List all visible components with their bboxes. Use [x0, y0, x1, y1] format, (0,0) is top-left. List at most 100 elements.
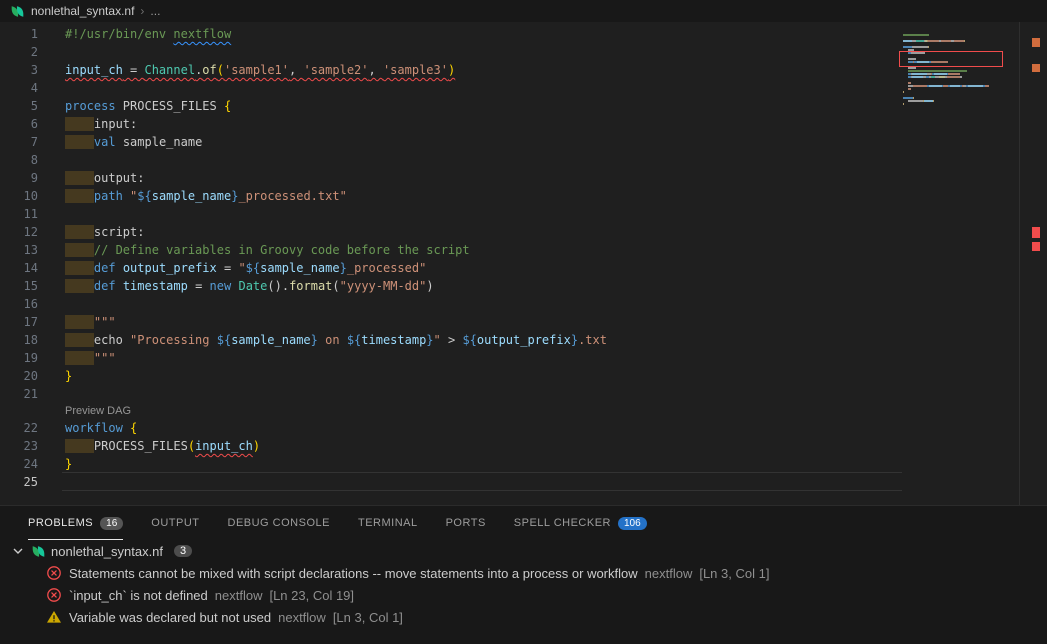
minimap-line [903, 91, 1003, 93]
nextflow-file-icon [10, 4, 25, 19]
code-line[interactable]: 22workflow { [0, 419, 1047, 437]
panel-tab-problems[interactable]: PROBLEMS16 [28, 506, 123, 540]
editor-lines: 1#!/usr/bin/env nextflow23input_ch = Cha… [0, 22, 1047, 491]
minimap-line [903, 97, 1003, 99]
line-content [38, 473, 65, 491]
line-number: 18 [0, 331, 38, 349]
ruler-mark [1032, 242, 1040, 251]
code-line[interactable]: 19 """ [0, 349, 1047, 367]
code-line[interactable]: 18 echo "Processing ${sample_name} on ${… [0, 331, 1047, 349]
line-content [38, 151, 65, 169]
problem-item[interactable]: Statements cannot be mixed with script d… [0, 562, 1047, 584]
line-number: 15 [0, 277, 38, 295]
panel-tab-spell-checker[interactable]: SPELL CHECKER106 [514, 506, 647, 540]
line-content: """ [38, 349, 116, 367]
code-line[interactable]: 16 [0, 295, 1047, 313]
code-line[interactable]: 13 // Define variables in Groovy code be… [0, 241, 1047, 259]
problem-item[interactable]: Variable was declared but not usednextfl… [0, 606, 1047, 628]
chevron-down-icon[interactable] [10, 543, 26, 559]
line-content: echo "Processing ${sample_name} on ${tim… [38, 331, 607, 349]
vscode-window: nonlethal_syntax.nf › ... 1#!/usr/bin/en… [0, 0, 1047, 22]
line-number: 14 [0, 259, 38, 277]
problems-list: Statements cannot be mixed with script d… [0, 562, 1047, 628]
panel-tab-label: PORTS [446, 517, 486, 529]
problem-message: Statements cannot be mixed with script d… [69, 566, 638, 581]
problem-source: nextflow [215, 588, 263, 603]
minimap[interactable] [903, 34, 1003, 109]
code-line[interactable]: 17 """ [0, 313, 1047, 331]
line-content: def timestamp = new Date().format("yyyy-… [38, 277, 434, 295]
line-content: path "${sample_name}_processed.txt" [38, 187, 347, 205]
panel-tab-terminal[interactable]: TERMINAL [358, 506, 418, 540]
minimap-line [903, 40, 1003, 42]
problem-location: [Ln 3, Col 1] [333, 610, 403, 625]
breadcrumb-filename[interactable]: nonlethal_syntax.nf [31, 4, 134, 18]
line-number: 24 [0, 455, 38, 473]
line-number: 16 [0, 295, 38, 313]
line-content [38, 43, 65, 61]
problem-message: `input_ch` is not defined [69, 588, 208, 603]
breadcrumb-more[interactable]: ... [150, 4, 160, 18]
bottom-panel: PROBLEMS16 OUTPUT DEBUG CONSOLE TERMINAL POR… [0, 505, 1047, 644]
code-line[interactable]: 2 [0, 43, 1047, 61]
code-line[interactable]: 20} [0, 367, 1047, 385]
panel-tab-ports[interactable]: PORTS [446, 506, 486, 540]
minimap-lines [903, 34, 1003, 108]
line-number: 22 [0, 419, 38, 437]
problem-item[interactable]: `input_ch` is not definednextflow[Ln 23,… [0, 584, 1047, 606]
line-content: output: [38, 169, 144, 187]
code-line[interactable]: 5process PROCESS_FILES { [0, 97, 1047, 115]
code-line[interactable]: 6 input: [0, 115, 1047, 133]
code-line[interactable]: 12 script: [0, 223, 1047, 241]
code-line[interactable]: 24} [0, 455, 1047, 473]
line-content [38, 385, 65, 403]
codelens-preview-dag[interactable]: Preview DAG [0, 403, 1047, 419]
code-line[interactable]: 1#!/usr/bin/env nextflow [0, 25, 1047, 43]
panel-tab-badge: 16 [100, 517, 123, 530]
line-content [38, 295, 65, 313]
minimap-line [903, 70, 1003, 72]
problems-file-row[interactable]: nonlethal_syntax.nf 3 [0, 540, 1047, 562]
line-content: PROCESS_FILES(input_ch) [38, 437, 260, 455]
code-editor[interactable]: 1#!/usr/bin/env nextflow23input_ch = Cha… [0, 22, 1047, 505]
code-line[interactable]: 7 val sample_name [0, 133, 1047, 151]
code-line[interactable]: 8 [0, 151, 1047, 169]
breadcrumb: nonlethal_syntax.nf › ... [0, 0, 1047, 22]
code-line[interactable]: 9 output: [0, 169, 1047, 187]
line-content: } [38, 455, 72, 473]
code-line[interactable]: 25 [0, 473, 1047, 491]
breadcrumb-separator-icon: › [140, 4, 144, 18]
ruler-mark [1032, 227, 1040, 238]
line-content: #!/usr/bin/env nextflow [38, 25, 231, 43]
line-number: 3 [0, 61, 38, 79]
line-number: 13 [0, 241, 38, 259]
line-number: 21 [0, 385, 38, 403]
code-line[interactable]: 11 [0, 205, 1047, 223]
minimap-line [903, 37, 1003, 39]
code-line[interactable]: 21 [0, 385, 1047, 403]
code-line[interactable]: 23 PROCESS_FILES(input_ch) [0, 437, 1047, 455]
line-number: 12 [0, 223, 38, 241]
problems-view: nonlethal_syntax.nf 3 Statements cannot … [0, 540, 1047, 628]
minimap-line [903, 79, 1003, 81]
line-content: """ [38, 313, 116, 331]
line-content [38, 79, 65, 97]
overview-ruler[interactable] [1031, 22, 1043, 505]
code-line[interactable]: 15 def timestamp = new Date().format("yy… [0, 277, 1047, 295]
warning-icon [46, 609, 62, 625]
code-line[interactable]: 4 [0, 79, 1047, 97]
minimap-line [903, 100, 1003, 102]
panel-tab-label: OUTPUT [151, 517, 199, 529]
minimap-line [903, 106, 1003, 108]
minimap-line [903, 103, 1003, 105]
panel-tab-debug-console[interactable]: DEBUG CONSOLE [228, 506, 330, 540]
code-line[interactable]: 14 def output_prefix = "${sample_name}_p… [0, 259, 1047, 277]
line-number: 19 [0, 349, 38, 367]
panel-tab-badge: 106 [618, 517, 647, 530]
code-line[interactable]: 10 path "${sample_name}_processed.txt" [0, 187, 1047, 205]
minimap-line [903, 82, 1003, 84]
panel-tab-output[interactable]: OUTPUT [151, 506, 199, 540]
line-content: process PROCESS_FILES { [38, 97, 231, 115]
code-line[interactable]: 3input_ch = Channel.of('sample1', 'sampl… [0, 61, 1047, 79]
minimap-line [903, 88, 1003, 90]
